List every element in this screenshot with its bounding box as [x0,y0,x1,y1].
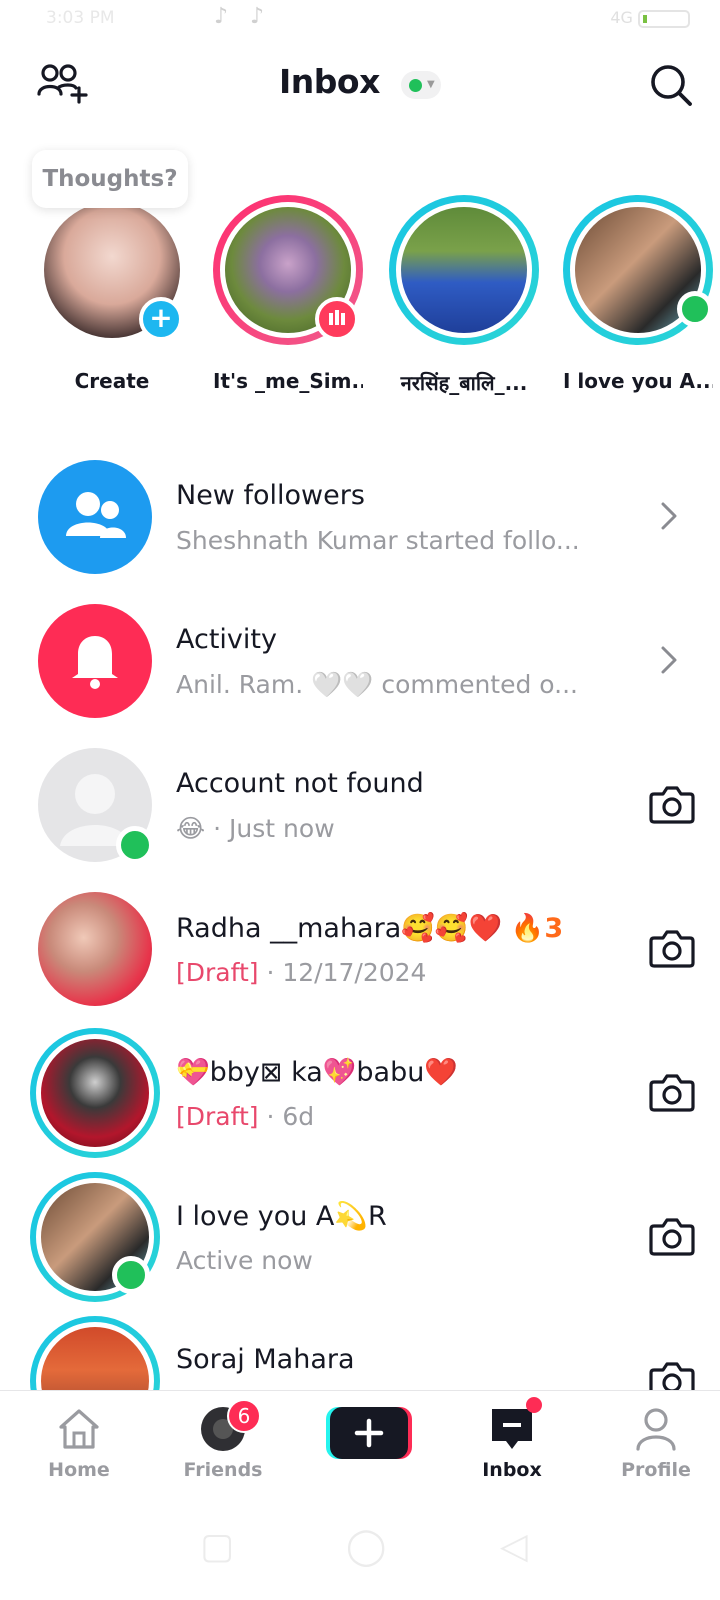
battery-icon [638,9,690,28]
home-system-icon[interactable]: ◯ [346,1526,386,1567]
story-create[interactable]: + Create [37,195,187,393]
bell-icon [38,604,152,718]
story-avatar-ring [213,195,363,345]
item-subtitle: [Draft] · 12/17/2024 [176,958,426,987]
streak-count: 🔥3 [510,913,564,944]
unread-dot [526,1397,542,1413]
system-nav-bar: ▢ ◯ ◁ [0,1500,720,1600]
chevron-right-icon [661,502,677,530]
item-title: I love you A💫R [176,1201,387,1232]
status-bar: 3:03 PM ♪ ♪ 4G [0,0,720,38]
inbox-icon [452,1397,572,1453]
title-wrap: Inbox ▼ [0,62,720,103]
add-story-icon[interactable]: + [139,297,183,341]
friends-avatar-icon: 6 [163,1399,283,1453]
camera-icon[interactable] [648,926,696,970]
profile-icon [596,1405,716,1453]
subtitle-text: · 12/17/2024 [258,958,427,987]
item-subtitle: 😂 · Just now [176,814,335,843]
stories-row: Thoughts? + Create It's _me_Sim... नरसिं… [0,140,720,410]
story-item[interactable]: नरसिंह_बालि_... [389,195,539,396]
list-item-activity[interactable]: Activity Anil. Ram. 🤍🤍 commented o... [0,594,720,738]
nav-label: Home [48,1459,110,1481]
home-icon [19,1405,139,1453]
page-title: Inbox [279,62,380,101]
story-name: It's _me_Sim... [213,369,363,393]
nav-friends[interactable]: 6 Friends [163,1399,283,1481]
recent-apps-icon[interactable]: ▢ [200,1526,234,1567]
item-subtitle: Active now [176,1246,313,1275]
network-label: 4G [610,8,633,27]
tiktok-notification-icon: ♪ [214,4,229,29]
camera-icon[interactable] [648,782,696,826]
story-avatar-ring [563,195,713,345]
item-subtitle: [Draft] · 6d [176,1102,314,1131]
status-time: 3:03 PM [46,8,115,28]
subtitle-emoji: 😂 [176,814,206,843]
followers-icon [38,460,152,574]
nav-label: Inbox [482,1459,542,1481]
story-name: नरसिंह_बालि_... [400,371,528,395]
chevron-down-icon: ▼ [426,78,435,90]
status-right: 4G [610,8,690,28]
avatar [38,892,152,1006]
item-title: New followers [176,480,365,511]
chat-row[interactable]: Radha __mahara🥰🥰❤️ 🔥3 [Draft] · 12/17/20… [0,882,720,1026]
list-item-new-followers[interactable]: New followers Sheshnath Kumar started fo… [0,450,720,594]
story-avatar-ring [30,1028,160,1158]
chat-row[interactable]: I love you A💫R Active now [0,1170,720,1314]
story-avatar-ring: + [37,195,187,345]
item-subtitle: Anil. Ram. 🤍🤍 commented o... [176,670,578,699]
item-title: 💝bby⊠ ka💖babu❤️ [176,1057,458,1088]
nav-profile[interactable]: Profile [596,1405,716,1481]
chat-row[interactable]: Account not found 😂 · Just now [0,738,720,882]
item-title: Soraj Mahara [176,1344,355,1375]
live-bars-icon [315,297,359,341]
avatar [36,1034,154,1152]
back-icon[interactable]: ◁ [500,1526,528,1567]
online-status-dot [112,1256,150,1294]
inbox-list: New followers Sheshnath Kumar started fo… [0,450,720,1394]
online-status-dot [677,291,713,327]
camera-icon[interactable] [648,1214,696,1258]
story-name: I love you A... [563,369,713,393]
nav-label: Profile [621,1459,691,1481]
story-item[interactable]: It's _me_Sim... [213,195,363,393]
story-name: Create [74,369,150,393]
story-avatar-ring [389,195,539,345]
chevron-right-icon [661,646,677,674]
thoughts-prompt[interactable]: Thoughts? [32,150,188,208]
avatar [36,1322,154,1394]
online-dot-icon [408,78,422,92]
draft-label: [Draft] [176,1102,259,1131]
online-status-toggle[interactable]: ▼ [400,70,441,99]
nav-home[interactable]: Home [19,1405,139,1481]
subtitle-text: · Just now [205,814,335,843]
online-status-dot [116,826,154,864]
subtitle-text: · 6d [258,1102,315,1131]
story-avatar-ring [30,1316,160,1394]
nav-label: Friends [183,1459,263,1481]
chat-name: Radha __mahara🥰🥰❤️ [176,913,503,944]
create-post-button[interactable] [326,1405,412,1461]
nav-inbox[interactable]: Inbox [452,1397,572,1481]
bottom-nav: Home 6 Friends Inbox Profile [0,1390,720,1500]
item-title: Radha __mahara🥰🥰❤️ 🔥3 [176,912,563,944]
camera-icon[interactable] [648,1358,696,1394]
item-title: Account not found [176,768,424,799]
search-icon[interactable] [648,62,694,108]
chat-row[interactable]: 💝bby⊠ ka💖babu❤️ [Draft] · 6d [0,1026,720,1170]
inbox-header: Inbox ▼ [0,40,720,124]
story-item[interactable]: I love you A... [563,195,713,393]
item-subtitle: Sheshnath Kumar started follo... [176,526,580,555]
item-title: Activity [176,624,277,655]
avatar [396,202,532,338]
tiktok-notification-icon: ♪ [250,4,265,29]
chat-row[interactable]: Soraj Mahara [0,1314,720,1394]
friends-count-badge: 6 [227,1399,261,1433]
draft-label: [Draft] [176,958,259,987]
camera-icon[interactable] [648,1070,696,1114]
